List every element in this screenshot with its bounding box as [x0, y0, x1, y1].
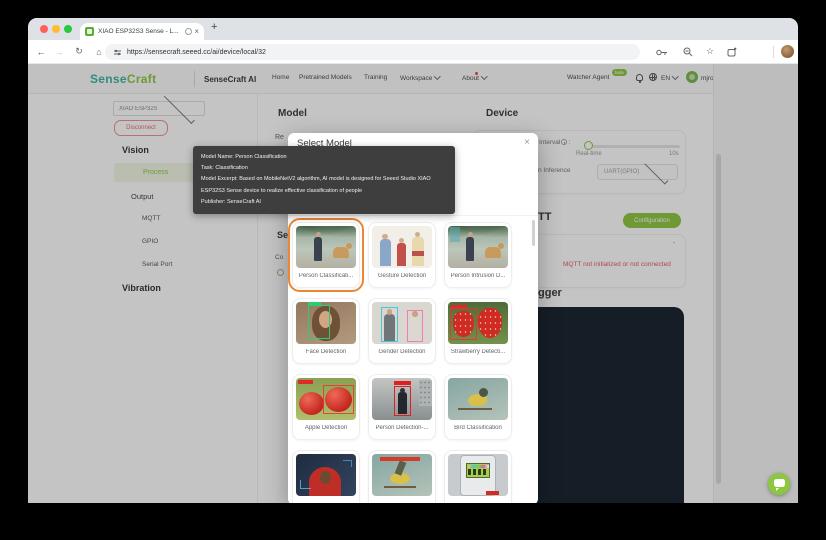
- art-street2-thumbnail: [448, 226, 508, 268]
- tooltip-line: Model Name: Person Classification: [201, 152, 447, 163]
- model-grid: Person Classificati... Gesture Detection P…: [292, 222, 512, 503]
- model-card[interactable]: [368, 450, 436, 503]
- model-card[interactable]: Bird Classification: [444, 374, 512, 440]
- tooltip-line: Publisher: SenseCraft AI: [201, 197, 447, 208]
- browser-tab[interactable]: XIAO ESP32S3 Sense - L... ×: [80, 23, 204, 40]
- art-meter-thumbnail: [448, 454, 508, 496]
- model-card-label: Face Detection: [296, 349, 356, 355]
- art-bird-thumbnail: [448, 378, 508, 420]
- chat-fab-button[interactable]: [768, 473, 790, 495]
- extensions-icon[interactable]: [727, 47, 737, 57]
- model-tooltip: Model Name: Person Classification Task: …: [193, 146, 455, 214]
- model-card[interactable]: [444, 450, 512, 503]
- art-straw-thumbnail: [448, 302, 508, 344]
- model-card[interactable]: Strawberry Detecti...: [444, 298, 512, 364]
- toolbar-divider: [773, 46, 774, 58]
- model-card[interactable]: Gesture Detection: [368, 222, 436, 288]
- modal-divider: [288, 215, 538, 216]
- model-card-label: Person Detection-...: [372, 425, 432, 431]
- page-content: SenseCraft SenseCraft AI Home Pretrained…: [28, 64, 798, 503]
- minimize-window-button[interactable]: [52, 25, 60, 33]
- tab-title: XIAO ESP32S3 Sense - L...: [98, 28, 183, 35]
- art-street-thumbnail: [296, 226, 356, 268]
- modal-scrollbar[interactable]: [532, 220, 535, 246]
- model-card[interactable]: Person Detection-...: [368, 374, 436, 440]
- tooltip-line: ESP32S3 Sense device to realize effectiv…: [201, 186, 447, 197]
- art-bird2-thumbnail: [372, 454, 432, 496]
- password-key-icon[interactable]: [656, 48, 668, 57]
- model-card-label: Person Intrusion D...: [448, 273, 508, 279]
- model-card[interactable]: Apple Detection: [292, 374, 360, 440]
- back-icon[interactable]: ←: [33, 40, 49, 63]
- tooltip-line: Model Excerpt: Based on MobileNetV2 algo…: [201, 174, 447, 185]
- art-face-thumbnail: [296, 302, 356, 344]
- art-hoodie-thumbnail: [296, 454, 356, 496]
- new-tab-button[interactable]: +: [211, 21, 217, 33]
- model-card-label: Bird Classification: [448, 425, 508, 431]
- browser-window: XIAO ESP32S3 Sense - L... × + ← → ↻ ⌂ ht…: [28, 18, 798, 503]
- sensecraft-favicon-icon: [85, 27, 94, 36]
- art-apple-thumbnail: [296, 378, 356, 420]
- art-kids-thumbnail: [372, 226, 432, 268]
- art-person-det-thumbnail: [372, 378, 432, 420]
- forward-icon[interactable]: →: [51, 40, 67, 63]
- model-card-label: Person Classificati...: [296, 273, 356, 279]
- model-card-label: Gesture Detection: [372, 273, 432, 279]
- zoom-out-icon[interactable]: [683, 47, 693, 57]
- address-bar[interactable]: https://sensecraft.seeed.cc/ai/device/lo…: [105, 44, 640, 60]
- model-card[interactable]: Gender Detection: [368, 298, 436, 364]
- bookmark-star-icon[interactable]: ☆: [702, 40, 718, 63]
- model-card[interactable]: Person Classificati...: [292, 222, 360, 288]
- model-card[interactable]: Face Detection: [292, 298, 360, 364]
- tooltip-line: Task: Classification: [201, 163, 447, 174]
- browser-toolbar: ← → ↻ ⌂ https://sensecraft.seeed.cc/ai/d…: [28, 40, 798, 64]
- url-text: https://sensecraft.seeed.cc/ai/device/lo…: [127, 49, 266, 56]
- tab-memory-icon: [185, 28, 192, 35]
- modal-close-icon[interactable]: ×: [524, 137, 530, 148]
- reload-icon[interactable]: ↻: [71, 40, 87, 63]
- model-card[interactable]: [292, 450, 360, 503]
- model-card-label: Strawberry Detecti...: [448, 349, 508, 355]
- maximize-window-button[interactable]: [64, 25, 72, 33]
- model-card[interactable]: Person Intrusion D...: [444, 222, 512, 288]
- tab-close-icon[interactable]: ×: [194, 28, 199, 36]
- close-window-button[interactable]: [40, 25, 48, 33]
- art-gender-thumbnail: [372, 302, 432, 344]
- tab-strip: XIAO ESP32S3 Sense - L... × +: [28, 18, 798, 40]
- model-card-label: Apple Detection: [296, 425, 356, 431]
- model-card-label: Gender Detection: [372, 349, 432, 355]
- site-info-icon[interactable]: [113, 48, 122, 57]
- browser-profile-avatar[interactable]: [781, 45, 794, 58]
